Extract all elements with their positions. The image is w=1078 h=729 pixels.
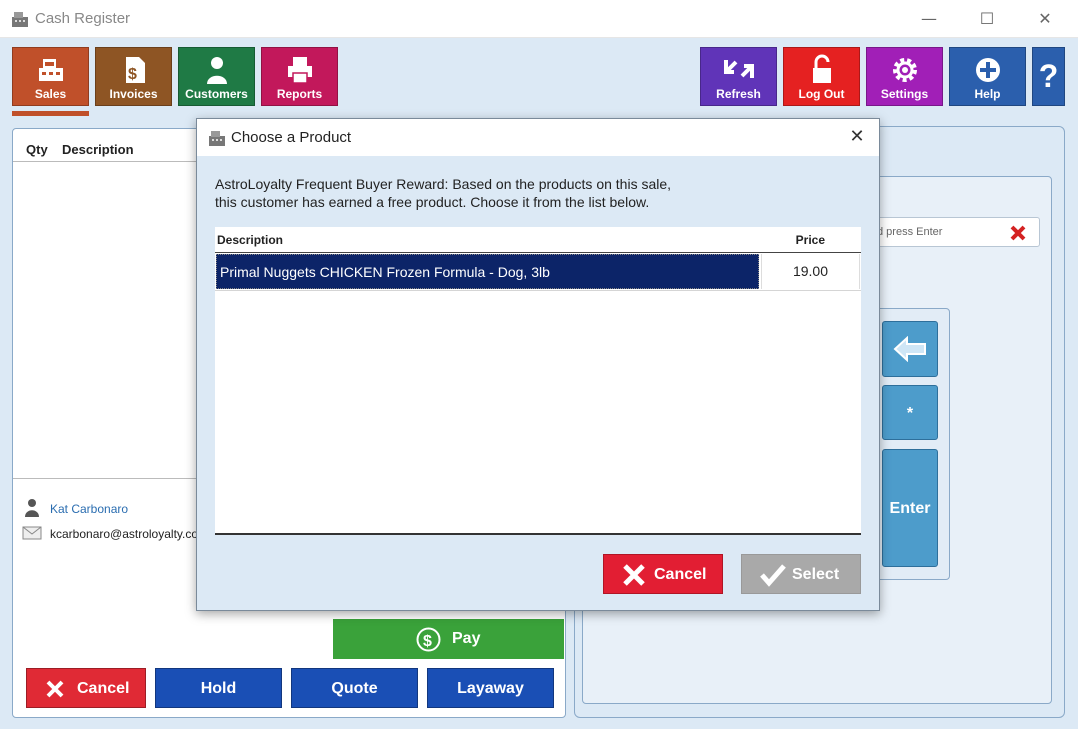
window-title: Cash Register bbox=[35, 10, 131, 27]
minimize-button[interactable]: — bbox=[900, 0, 958, 38]
person-icon bbox=[25, 499, 39, 517]
printer-icon bbox=[287, 57, 312, 84]
sales-button[interactable]: Sales bbox=[12, 47, 89, 106]
table-row[interactable]: Primal Nuggets CHICKEN Frozen Formula - … bbox=[215, 253, 861, 291]
dialog-cancel-button[interactable]: Cancel bbox=[603, 554, 723, 594]
customer-icon bbox=[206, 57, 227, 84]
gear-icon bbox=[892, 58, 917, 82]
description-header: Description bbox=[217, 233, 284, 247]
cancel-sale-button[interactable]: Cancel bbox=[26, 668, 146, 708]
pay-label: Pay bbox=[452, 630, 481, 647]
search-placeholder: d press Enter bbox=[877, 226, 943, 238]
description-column-header: Description bbox=[62, 142, 134, 157]
x-icon bbox=[623, 564, 645, 586]
dialog-select-label: Select bbox=[792, 566, 840, 583]
product-search-input[interactable]: d press Enter bbox=[870, 217, 1040, 247]
reports-label: Reports bbox=[276, 87, 323, 101]
x-icon bbox=[46, 680, 64, 698]
sale-grid-header: Qty Description bbox=[13, 138, 203, 162]
sales-label: Sales bbox=[34, 87, 67, 101]
close-window-button[interactable]: ✕ bbox=[1016, 0, 1074, 38]
refresh-icon bbox=[723, 60, 754, 78]
dialog-message-line1: AstroLoyalty Frequent Buyer Reward: Base… bbox=[215, 176, 672, 192]
main-toolbar: Sales $ Invoices Customers Reports Refre… bbox=[0, 38, 1078, 118]
lock-icon bbox=[812, 54, 831, 83]
choose-product-dialog: Choose a Product ✕ AstroLoyalty Frequent… bbox=[196, 118, 880, 611]
product-list-header: Description Price bbox=[215, 227, 861, 253]
hold-button[interactable]: Hold bbox=[155, 668, 282, 708]
svg-text:$: $ bbox=[128, 66, 137, 83]
svg-text:$: $ bbox=[423, 633, 432, 650]
help-button[interactable]: Help bbox=[949, 47, 1026, 106]
cash-register-icon bbox=[38, 59, 63, 81]
invoices-button[interactable]: $ Invoices bbox=[95, 47, 172, 106]
cash-register-icon bbox=[209, 131, 225, 146]
qty-column-header: Qty bbox=[26, 142, 48, 157]
dollar-circle-icon: $ bbox=[416, 627, 441, 652]
check-icon bbox=[760, 564, 786, 587]
cash-register-icon bbox=[12, 12, 28, 27]
dialog-cancel-label: Cancel bbox=[654, 566, 707, 583]
customers-label: Customers bbox=[185, 87, 248, 101]
window-titlebar: Cash Register — ☐ ✕ bbox=[0, 0, 1078, 38]
customers-button[interactable]: Customers bbox=[178, 47, 255, 106]
pay-button[interactable]: $ Pay bbox=[333, 619, 564, 659]
quote-button[interactable]: Quote bbox=[291, 668, 418, 708]
product-description-cell[interactable]: Primal Nuggets CHICKEN Frozen Formula - … bbox=[216, 254, 759, 289]
enter-key[interactable]: Enter bbox=[882, 449, 938, 567]
refresh-button[interactable]: Refresh bbox=[700, 47, 777, 106]
question-mark-button[interactable]: ? bbox=[1032, 47, 1065, 106]
dialog-close-button[interactable]: ✕ bbox=[847, 127, 867, 147]
back-arrow-icon bbox=[893, 335, 926, 363]
logout-label: Log Out bbox=[798, 87, 845, 101]
layaway-button[interactable]: Layaway bbox=[427, 668, 554, 708]
active-tab-indicator bbox=[12, 111, 89, 116]
star-key[interactable]: * bbox=[882, 385, 938, 440]
invoices-label: Invoices bbox=[109, 87, 158, 101]
price-header: Price bbox=[795, 233, 825, 247]
envelope-icon bbox=[22, 526, 42, 540]
help-label: Help bbox=[974, 87, 1001, 101]
dialog-select-button[interactable]: Select bbox=[741, 554, 861, 594]
maximize-button[interactable]: ☐ bbox=[958, 0, 1016, 38]
dialog-message-line2: this customer has earned a free product.… bbox=[215, 194, 650, 210]
refresh-label: Refresh bbox=[716, 87, 761, 101]
clear-icon[interactable] bbox=[1009, 224, 1027, 242]
dialog-titlebar: Choose a Product ✕ bbox=[197, 119, 879, 156]
logout-button[interactable]: Log Out bbox=[783, 47, 860, 106]
invoice-icon: $ bbox=[125, 57, 145, 83]
reports-button[interactable]: Reports bbox=[261, 47, 338, 106]
product-list: Description Price Primal Nuggets CHICKEN… bbox=[215, 227, 861, 535]
dialog-message: AstroLoyalty Frequent Buyer Reward: Base… bbox=[215, 175, 835, 211]
dialog-title: Choose a Product bbox=[231, 129, 352, 146]
plus-circle-icon bbox=[975, 58, 1000, 82]
customer-name[interactable]: Kat Carbonaro bbox=[50, 502, 128, 516]
settings-button[interactable]: Settings bbox=[866, 47, 943, 106]
customer-email: kcarbonaro@astroloyalty.com bbox=[50, 527, 197, 541]
product-price-cell[interactable]: 19.00 bbox=[761, 254, 860, 289]
settings-label: Settings bbox=[880, 87, 929, 101]
backspace-key[interactable] bbox=[882, 321, 938, 377]
cancel-sale-label: Cancel bbox=[77, 680, 130, 697]
